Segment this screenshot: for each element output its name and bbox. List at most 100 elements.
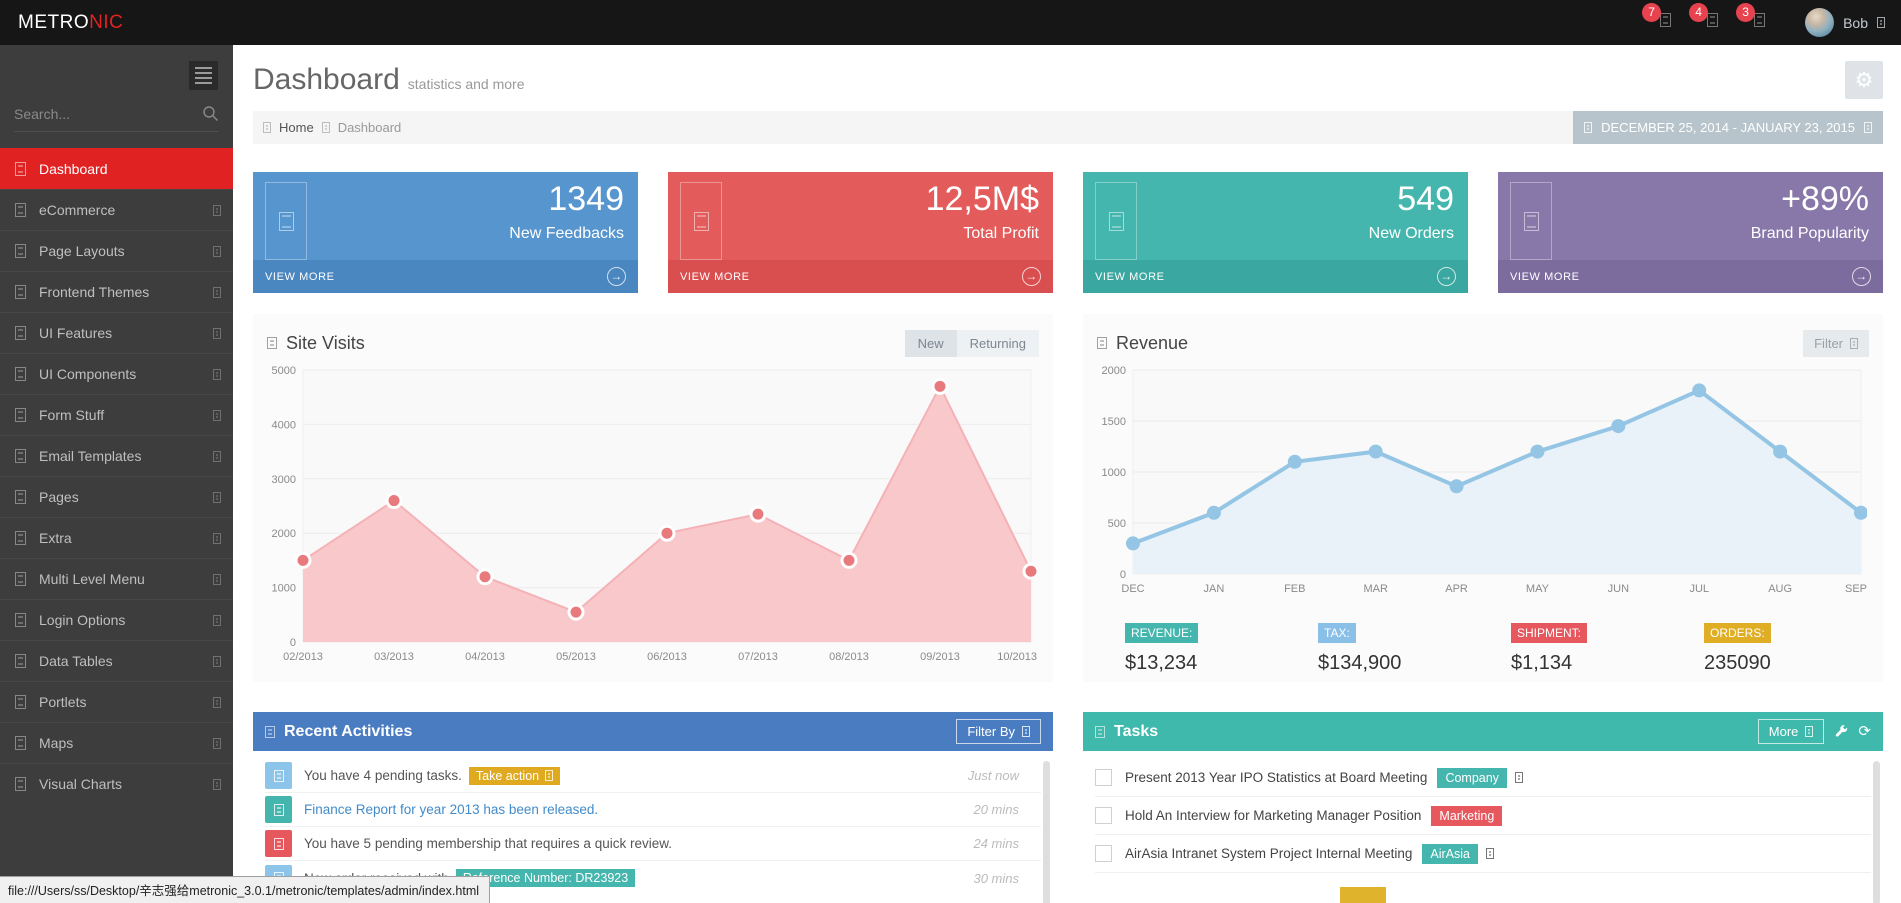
envelope-icon	[1707, 13, 1718, 27]
activity-row: You have 5 pending membership that requi…	[265, 827, 1041, 861]
tax-stat-badge: TAX:	[1318, 623, 1356, 643]
logo-primary: METRO	[18, 12, 89, 33]
svg-text:AUG: AUG	[1768, 583, 1792, 595]
chevron-down-icon	[1850, 338, 1858, 349]
task-checkbox[interactable]	[1095, 845, 1112, 862]
sidebar-item-form-stuff[interactable]: Form Stuff	[0, 394, 233, 435]
form-icon	[15, 408, 26, 422]
take-action-badge[interactable]: Take action	[469, 767, 560, 785]
sidebar-item-label: UI Components	[39, 366, 136, 382]
view-more-link[interactable]: VIEW MORE →	[253, 260, 638, 293]
sidebar-item-data-tables[interactable]: Data Tables	[0, 640, 233, 681]
task-checkbox[interactable]	[1095, 769, 1112, 786]
stat-value: 12,5M$	[926, 180, 1039, 219]
sidebar-item-portlets[interactable]: Portlets	[0, 681, 233, 722]
svg-text:10/2013: 10/2013	[997, 651, 1037, 663]
status-bar-url: file:///Users/ss/Desktop/辛志强给metronic_3.…	[0, 876, 490, 903]
arrow-right-icon[interactable]: →	[1437, 267, 1456, 286]
sidebar-toggle-button[interactable]	[189, 61, 218, 90]
sidebar-item-login-options[interactable]: Login Options	[0, 599, 233, 640]
sidebar-item-frontend-themes[interactable]: Frontend Themes	[0, 271, 233, 312]
globe-icon	[267, 337, 277, 349]
comments-icon	[265, 182, 307, 260]
recent-activities-panel: Recent Activities Filter By You have 4 p…	[253, 712, 1053, 903]
site-visits-chart: 01000200030004000500002/201303/201304/20…	[267, 362, 1037, 668]
breadcrumb-home[interactable]: Home	[279, 120, 314, 135]
view-more-link[interactable]: VIEW MORE →	[668, 260, 1053, 293]
svg-text:3000: 3000	[272, 474, 296, 486]
scrollbar[interactable]	[1873, 761, 1880, 903]
chevron-right-icon	[213, 615, 221, 626]
svg-text:1000: 1000	[272, 583, 296, 595]
arrow-right-icon[interactable]: →	[1852, 267, 1871, 286]
shipment-stat-value: $1,134	[1511, 652, 1676, 675]
notification-count-badge: 7	[1642, 3, 1661, 22]
sidebar-item-extra[interactable]: Extra	[0, 517, 233, 558]
filter-by-button[interactable]: Filter By	[956, 719, 1041, 744]
sidebar-item-ecommerce[interactable]: eCommerce	[0, 189, 233, 230]
sidebar-item-ui-components[interactable]: UI Components	[0, 353, 233, 394]
inbox-button[interactable]: 4	[1697, 13, 1718, 32]
refresh-icon[interactable]: ⟳	[1858, 724, 1871, 739]
map-icon	[15, 736, 26, 750]
sidebar-item-multi-level-menu[interactable]: Multi Level Menu	[0, 558, 233, 599]
chevron-right-icon	[213, 246, 221, 257]
task-checkbox[interactable]	[1095, 807, 1112, 824]
sidebar-item-label: Frontend Themes	[39, 284, 149, 300]
notifications-button[interactable]: 7	[1650, 13, 1671, 32]
svg-text:APR: APR	[1445, 583, 1468, 595]
chevron-down-icon	[545, 770, 553, 781]
email-icon	[15, 449, 26, 463]
view-more-link[interactable]: VIEW MORE →	[1083, 260, 1468, 293]
portlet-icon	[15, 695, 26, 709]
chevron-right-icon	[213, 697, 221, 708]
tasks-button[interactable]: 3	[1744, 13, 1765, 32]
site-visits-title: Site Visits	[267, 333, 365, 354]
app-logo[interactable]: METRONIC	[18, 0, 123, 45]
tasks-icon	[1754, 13, 1765, 27]
arrow-right-icon[interactable]: →	[1022, 267, 1041, 286]
sidebar-item-dashboard[interactable]: Dashboard	[0, 148, 233, 189]
chevron-right-icon	[213, 451, 221, 462]
sidebar-item-maps[interactable]: Maps	[0, 722, 233, 763]
sidebar-item-visual-charts[interactable]: Visual Charts	[0, 763, 233, 804]
chevron-down-icon	[1877, 17, 1885, 28]
sidebar-item-label: Page Layouts	[39, 243, 125, 259]
sidebar-item-pages[interactable]: Pages	[0, 476, 233, 517]
sidebar-item-label: Extra	[39, 530, 72, 546]
calendar-icon	[1584, 122, 1592, 133]
table-icon	[15, 654, 26, 668]
ui-components-icon	[15, 367, 26, 381]
top-bar: METRONIC 7 4 3 Bob	[0, 0, 1901, 45]
svg-text:06/2013: 06/2013	[647, 651, 687, 663]
tax-stat-value: $134,900	[1318, 652, 1483, 675]
svg-text:2000: 2000	[1102, 365, 1126, 377]
revenue-filter-button[interactable]: Filter	[1803, 330, 1869, 357]
sidebar-item-email-templates[interactable]: Email Templates	[0, 435, 233, 476]
new-visits-button[interactable]: New	[905, 330, 957, 357]
search-input[interactable]	[14, 106, 202, 122]
sidebar-item-ui-features[interactable]: UI Features	[0, 312, 233, 353]
ui-features-icon	[15, 326, 26, 340]
svg-text:1000: 1000	[1102, 467, 1126, 479]
activity-row: You have 4 pending tasks. Take action Ju…	[265, 759, 1041, 793]
date-range-picker[interactable]: DECEMBER 25, 2014 - JANUARY 23, 2015	[1573, 111, 1883, 144]
site-visits-toggle: New Returning	[905, 330, 1039, 357]
chevron-down-icon[interactable]	[1515, 772, 1523, 783]
search-icon[interactable]	[202, 105, 219, 122]
view-more-link[interactable]: VIEW MORE →	[1498, 260, 1883, 293]
scrollbar[interactable]	[1043, 761, 1050, 903]
tasks-more-button[interactable]: More	[1758, 719, 1825, 744]
chevron-right-icon	[322, 122, 330, 133]
arrow-right-icon[interactable]: →	[607, 267, 626, 286]
settings-gear-button[interactable]: ⚙	[1845, 61, 1883, 99]
sidebar-item-page-layouts[interactable]: Page Layouts	[0, 230, 233, 271]
activity-time: 30 mins	[973, 871, 1019, 886]
user-menu[interactable]: Bob	[1805, 8, 1885, 37]
pending-badge	[1340, 887, 1386, 903]
activity-link[interactable]: Finance Report for year 2013 has been re…	[304, 802, 598, 817]
chevron-down-icon[interactable]	[1486, 848, 1494, 859]
returning-visits-button[interactable]: Returning	[957, 330, 1039, 357]
logo-accent: NIC	[89, 12, 123, 33]
wrench-icon[interactable]	[1834, 725, 1848, 739]
